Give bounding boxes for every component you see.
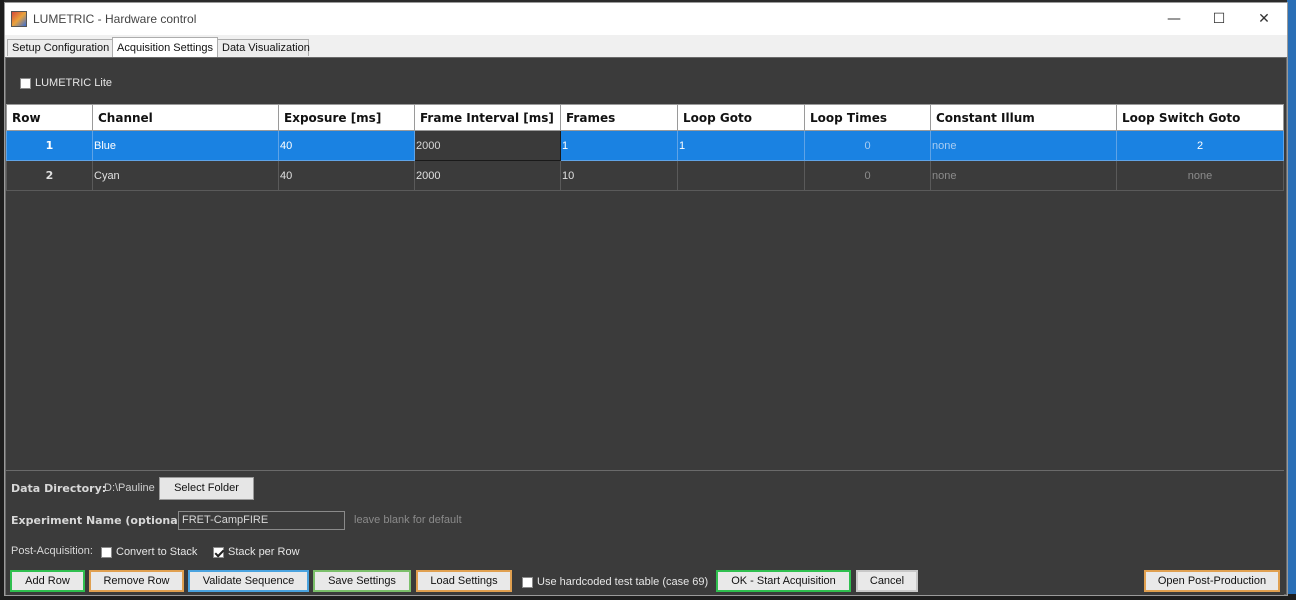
data-directory-value: D:\Pauline (104, 482, 155, 494)
maximize-icon[interactable]: ☐ (1196, 3, 1242, 35)
window-title: LUMETRIC - Hardware control (33, 12, 197, 26)
column-header-loop-goto[interactable]: Loop Goto (677, 104, 805, 131)
convert-to-stack-checkbox[interactable] (101, 546, 112, 558)
cell-loop-goto[interactable] (677, 160, 805, 191)
column-header-loop-times[interactable]: Loop Times (804, 104, 931, 131)
stack-per-row-checkbox[interactable] (213, 546, 224, 558)
table-row[interactable]: 2 Cyan 40 2000 10 0 none none (6, 160, 1284, 191)
cell-loop-times[interactable]: 0 (804, 160, 931, 191)
validate-sequence-button[interactable]: Validate Sequence (188, 570, 309, 592)
cell-channel[interactable]: Cyan (92, 160, 279, 191)
lumetric-lite-option[interactable]: LUMETRIC Lite (20, 76, 112, 90)
convert-to-stack-label: Convert to Stack (116, 546, 198, 558)
cell-loop-switch-goto[interactable]: none (1116, 160, 1284, 191)
convert-to-stack-option[interactable]: Convert to Stack (101, 545, 197, 558)
table-row[interactable]: 1 Blue 40 2000 1 1 0 none 2 (6, 130, 1284, 161)
select-folder-button[interactable]: Select Folder (159, 477, 254, 500)
tab-setup-configuration[interactable]: Setup Configuration (7, 39, 113, 56)
desktop-background-right (1287, 0, 1296, 600)
cell-loop-times[interactable]: 0 (804, 130, 931, 161)
lumetric-lite-checkbox[interactable] (20, 77, 31, 89)
cancel-button[interactable]: Cancel (856, 570, 918, 592)
minimize-icon[interactable]: — (1151, 3, 1197, 35)
sequence-table: Row Channel Exposure [ms] Frame Interval… (6, 104, 1284, 191)
data-directory-label: Data Directory: (11, 482, 107, 495)
settings-footer: Data Directory: D:\Pauline Select Folder… (6, 470, 1284, 595)
load-settings-button[interactable]: Load Settings (416, 570, 512, 592)
table-header-row: Row Channel Exposure [ms] Frame Interval… (6, 104, 1284, 131)
hardcoded-test-table-label: Use hardcoded test table (case 69) (537, 576, 709, 588)
column-header-row[interactable]: Row (6, 104, 93, 131)
cell-row[interactable]: 1 (6, 130, 93, 161)
experiment-name-hint: leave blank for default (354, 514, 462, 526)
app-logo-icon (11, 11, 27, 27)
stack-per-row-option[interactable]: Stack per Row (213, 545, 300, 558)
cell-row[interactable]: 2 (6, 160, 93, 191)
cell-loop-switch-goto[interactable]: 2 (1116, 130, 1284, 161)
cell-exposure[interactable]: 40 (278, 130, 415, 161)
acquisition-settings-panel: LUMETRIC Lite Row Channel Exposure [ms] … (5, 57, 1287, 595)
sequence-table-container[interactable]: Row Channel Exposure [ms] Frame Interval… (6, 104, 1284, 470)
tab-data-visualization[interactable]: Data Visualization (217, 39, 310, 56)
hardcoded-test-table-checkbox[interactable] (522, 576, 533, 588)
cell-frame-interval[interactable]: 2000 (414, 130, 561, 161)
hardcoded-test-table-option[interactable]: Use hardcoded test table (case 69) (522, 575, 708, 588)
cell-frames[interactable]: 10 (560, 160, 678, 191)
cell-frames[interactable]: 1 (560, 130, 678, 161)
column-header-exposure[interactable]: Exposure [ms] (278, 104, 415, 131)
open-post-production-button[interactable]: Open Post-Production (1144, 570, 1280, 592)
title-bar[interactable]: LUMETRIC - Hardware control — ☐ ✕ (5, 3, 1287, 35)
tab-bar: Setup Configuration Acquisition Settings… (5, 35, 1287, 57)
experiment-name-label: Experiment Name (optional): (11, 514, 191, 527)
post-acquisition-label: Post-Acquisition: (11, 545, 93, 557)
column-header-frame-interval[interactable]: Frame Interval [ms] (414, 104, 561, 131)
cell-constant-illum[interactable]: none (930, 130, 1117, 161)
column-header-channel[interactable]: Channel (92, 104, 279, 131)
experiment-name-input[interactable]: FRET-CampFIRE (178, 511, 345, 530)
stack-per-row-label: Stack per Row (228, 546, 300, 558)
lumetric-lite-label: LUMETRIC Lite (35, 77, 113, 89)
column-header-loop-switch-goto[interactable]: Loop Switch Goto (1116, 104, 1284, 131)
cell-frame-interval[interactable]: 2000 (414, 160, 561, 191)
add-row-button[interactable]: Add Row (10, 570, 85, 592)
remove-row-button[interactable]: Remove Row (89, 570, 184, 592)
close-icon[interactable]: ✕ (1241, 3, 1287, 35)
cell-exposure[interactable]: 40 (278, 160, 415, 191)
cell-constant-illum[interactable]: none (930, 160, 1117, 191)
cell-channel[interactable]: Blue (92, 130, 279, 161)
main-window: LUMETRIC - Hardware control — ☐ ✕ Setup … (4, 2, 1288, 596)
start-acquisition-button[interactable]: OK - Start Acquisition (716, 570, 851, 592)
tab-acquisition-settings[interactable]: Acquisition Settings (112, 37, 218, 57)
save-settings-button[interactable]: Save Settings (313, 570, 411, 592)
column-header-frames[interactable]: Frames (560, 104, 678, 131)
column-header-constant-illum[interactable]: Constant Illum (930, 104, 1117, 131)
cell-loop-goto[interactable]: 1 (677, 130, 805, 161)
